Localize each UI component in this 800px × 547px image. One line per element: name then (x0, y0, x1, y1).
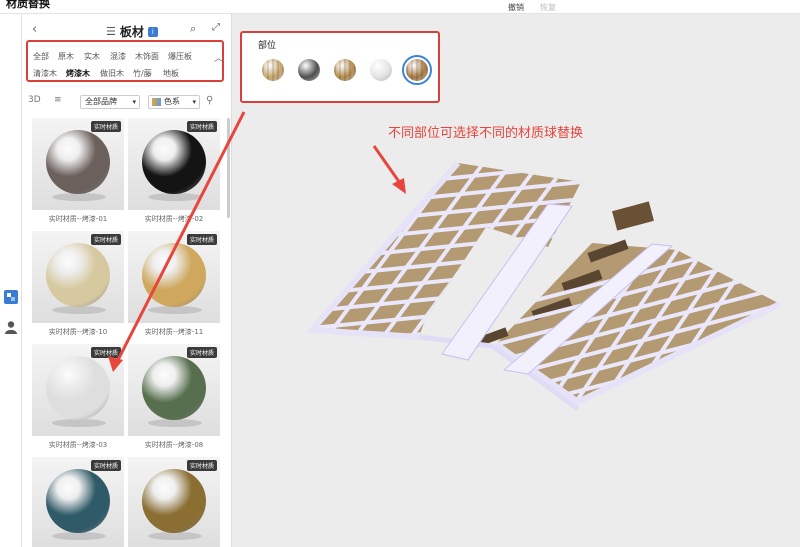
brand-select[interactable]: 全部品牌 ▾ (80, 95, 140, 109)
back-icon[interactable]: ‹ (32, 22, 37, 37)
material-thumbnail: 实时材质 (32, 231, 124, 323)
panel-title: 板材 (119, 25, 144, 39)
category-bamboo-rattan[interactable]: 竹/藤 (133, 68, 152, 79)
left-rail (0, 14, 22, 547)
material-sphere (46, 356, 110, 420)
wood-stripe-material-icon[interactable] (402, 55, 432, 85)
material-sphere (142, 130, 206, 194)
material-name: 实时材质--烤漆-01 (48, 215, 108, 223)
category-all[interactable]: 全部 (33, 51, 49, 62)
chevron-down-icon: ▾ (192, 98, 196, 106)
view-3d-toggle[interactable]: 3D (28, 95, 41, 105)
search-icon[interactable]: ⌕ (190, 22, 196, 36)
material-sphere (46, 130, 110, 194)
chevron-up-icon[interactable]: ︿ (214, 51, 223, 64)
redo-button[interactable]: 恢复 (540, 2, 556, 13)
realtime-tag: 实时材质 (90, 234, 121, 245)
material-sphere (46, 469, 110, 533)
part-selector: 部位 (240, 31, 440, 103)
material-sphere (142, 469, 206, 533)
material-sphere (46, 243, 110, 307)
category-filter: 全部 原木 实木 混漆 木饰面 爆压板 ︿ 清漆木 烤漆木 做旧木 竹/藤 地板 (26, 40, 224, 82)
sphere-shadow (52, 306, 106, 314)
sphere-shadow (148, 306, 202, 314)
view-mode-icon[interactable]: ≡ (54, 95, 62, 105)
sphere-shadow (148, 193, 202, 201)
oak-wood-material-icon[interactable] (334, 59, 356, 81)
material-card[interactable]: 实时材质 (128, 457, 220, 547)
category-flooring[interactable]: 地板 (163, 68, 179, 79)
material-card[interactable]: 实时材质实时材质--烤漆-11 (128, 231, 220, 337)
category-clear-lacquer[interactable]: 清漆木 (33, 68, 57, 79)
category-distressed-wood[interactable]: 做旧木 (100, 68, 124, 79)
material-thumbnail: 实时材质 (32, 118, 124, 210)
brand-select-label: 全部品牌 (85, 97, 117, 106)
category-mixed-paint[interactable]: 混漆 (110, 51, 126, 62)
panel-header: ‹ ☰ 板材 i ⌕ ⤢ (22, 14, 231, 42)
realtime-tag: 实时材质 (186, 347, 217, 358)
user-icon[interactable] (4, 320, 18, 334)
dark-stone-material-icon[interactable] (298, 59, 320, 81)
sphere-shadow (148, 419, 202, 427)
material-name: 实时材质--烤漆-10 (48, 328, 108, 336)
material-card[interactable]: 实时材质 (32, 457, 124, 547)
filter-row: 3D ≡ 全部品牌 ▾ 色系 ▾ ⚲ (28, 95, 228, 111)
material-thumbnail: 实时材质 (128, 457, 220, 547)
color-select[interactable]: 色系 ▾ (148, 95, 200, 109)
material-card[interactable]: 实时材质实时材质--烤漆-02 (128, 118, 220, 224)
material-thumbnail: 实时材质 (128, 231, 220, 323)
sphere-shadow (148, 532, 202, 540)
realtime-tag: 实时材质 (186, 234, 217, 245)
sphere-shadow (52, 532, 106, 540)
color-swatch-icon (152, 98, 161, 106)
category-baked-paint[interactable]: 烤漆木 (66, 68, 90, 79)
material-card[interactable]: 实时材质实时材质--烤漆-03 (32, 344, 124, 450)
material-card[interactable]: 实时材质实时材质--烤漆-08 (128, 344, 220, 450)
sphere-shadow (52, 419, 106, 427)
realtime-tag: 实时材质 (90, 460, 121, 471)
realtime-tag: 实时材质 (186, 460, 217, 471)
viewport: 部位 不同部位可选择不同的材质球替换 (232, 14, 800, 547)
white-material-icon[interactable] (370, 59, 392, 81)
material-thumbnail: 实时材质 (32, 457, 124, 547)
material-thumbnail: 实时材质 (128, 344, 220, 436)
material-name: 实时材质--烤漆-08 (144, 441, 204, 449)
undo-button[interactable]: 撤销 (508, 2, 524, 13)
category-pressed-board[interactable]: 爆压板 (168, 51, 192, 62)
material-sphere (142, 243, 206, 307)
sphere-shadow (52, 193, 106, 201)
annotation-arrow (372, 145, 404, 187)
category-solid-wood[interactable]: 实木 (84, 51, 100, 62)
info-icon[interactable]: i (147, 26, 158, 37)
realtime-tag: 实时材质 (90, 347, 121, 358)
scrollbar[interactable] (227, 118, 230, 218)
filter-icon[interactable]: ⚲ (206, 95, 213, 106)
material-name: 实时材质--烤漆-03 (48, 441, 108, 449)
annotation-text: 不同部位可选择不同的材质球替换 (388, 126, 584, 141)
material-name: 实时材质--烤漆-02 (144, 215, 204, 223)
material-library-icon[interactable] (4, 290, 18, 304)
realtime-tag: 实时材质 (186, 121, 217, 132)
category-log[interactable]: 原木 (58, 51, 74, 62)
material-name: 实时材质--烤漆-11 (144, 328, 204, 336)
expand-icon[interactable]: ⤢ (212, 22, 220, 33)
app-title: 材质替换 (6, 0, 50, 10)
top-bar: 材质替换 撤销 恢复 (0, 0, 800, 14)
material-sphere (142, 356, 206, 420)
material-thumbnail: 实时材质 (32, 344, 124, 436)
chevron-down-icon: ▾ (132, 98, 136, 106)
light-wood-material-icon[interactable] (262, 59, 284, 81)
wood-strip (612, 201, 654, 231)
color-select-label: 色系 (164, 97, 180, 106)
realtime-tag: 实时材质 (90, 121, 121, 132)
material-panel: ‹ ☰ 板材 i ⌕ ⤢ 全部 原木 实木 混漆 木饰面 爆压板 ︿ 清漆木 烤… (22, 14, 232, 547)
part-selector-title: 部位 (258, 41, 277, 51)
category-veneer[interactable]: 木饰面 (135, 51, 159, 62)
material-card[interactable]: 实时材质实时材质--烤漆-01 (32, 118, 124, 224)
list-icon: ☰ (106, 25, 116, 38)
frame-joist (496, 368, 780, 402)
material-thumbnail: 实时材质 (128, 118, 220, 210)
material-card[interactable]: 实时材质实时材质--烤漆-10 (32, 231, 124, 337)
